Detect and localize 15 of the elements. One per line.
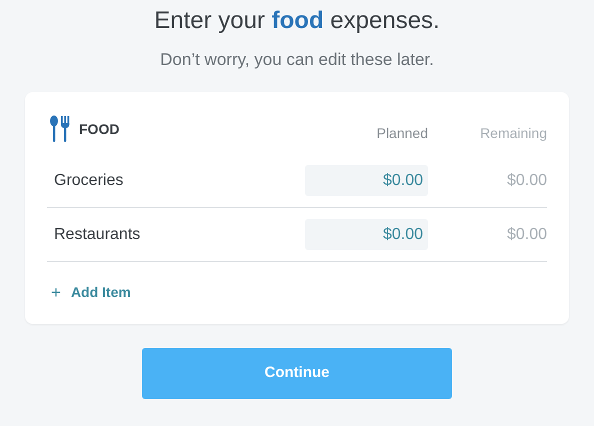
category-title: FOOD — [79, 120, 120, 138]
continue-button[interactable]: Continue — [142, 348, 452, 399]
column-header: Remaining — [479, 124, 547, 143]
column-header: Planned — [376, 124, 428, 142]
item-name: Restaurants — [54, 224, 140, 244]
page-subheading: Don’t worry, you can edit these later. — [160, 49, 434, 71]
remaining-amount: $0.00 — [506, 224, 547, 244]
planned-amount-field[interactable]: $0.00 — [305, 165, 428, 196]
item-name: Groceries — [54, 170, 124, 190]
planned-amount-field[interactable]: $0.00 — [305, 219, 428, 250]
plus-icon: + — [51, 280, 61, 306]
fork-spoon-icon — [49, 115, 71, 143]
add-item-link[interactable]: + Add Item — [51, 280, 131, 306]
remaining-amount: $0.00 — [506, 170, 547, 190]
page-heading: Enter your food expenses. — [154, 6, 440, 36]
